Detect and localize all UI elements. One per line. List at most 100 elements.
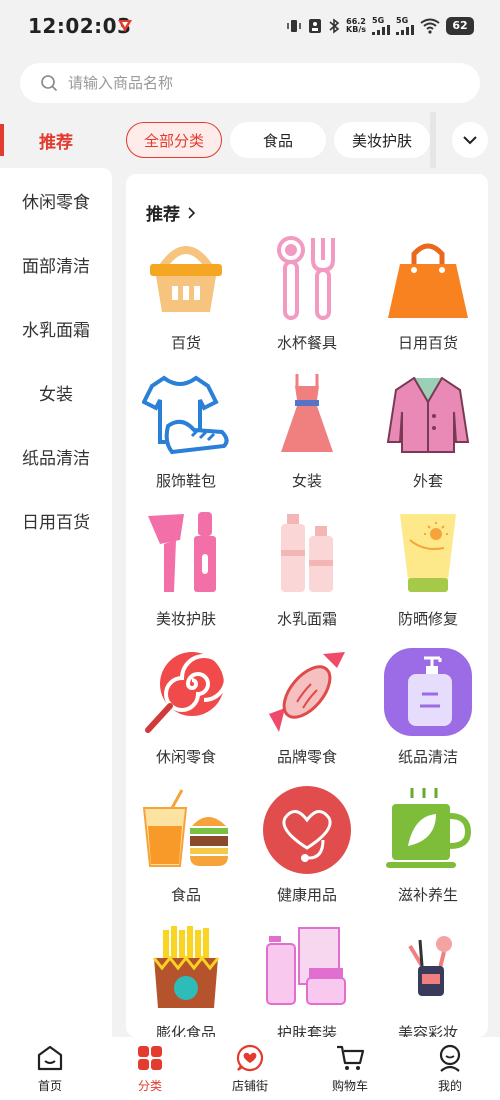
category-item[interactable]: 外套 — [368, 372, 488, 510]
cosmetics-icon — [408, 936, 452, 996]
profile-icon — [439, 1044, 461, 1072]
sidebar-item-lotion-cream[interactable]: 水乳面霜 — [0, 296, 112, 360]
nav-shop-street[interactable]: 店铺街 — [200, 1037, 300, 1100]
filter-chips: 全部分类 食品 美妆护肤 — [126, 122, 430, 158]
bluetooth-icon — [329, 17, 340, 34]
app-notification-icon — [118, 20, 132, 32]
category-item[interactable]: 女装 — [247, 372, 367, 510]
chip-scroll-edge — [430, 112, 436, 168]
category-label: 纸品清洁 — [397, 748, 458, 766]
search-input[interactable] — [68, 74, 448, 92]
nav-label: 店铺街 — [231, 1079, 268, 1093]
sidebar-item-label: 水乳面霜 — [22, 320, 90, 341]
sunscreen-icon — [400, 514, 456, 592]
sidebar-item-womens-wear[interactable]: 女装 — [0, 360, 112, 424]
nav-label: 我的 — [437, 1079, 462, 1093]
status-bar: 12:02:03 66.2 KB/s 5G 5G 62 — [0, 0, 500, 52]
signal-icon — [396, 25, 414, 35]
category-item[interactable]: 膨化食品 — [126, 924, 246, 1037]
net-speed: 66.2 KB/s — [346, 16, 366, 34]
handbag-icon — [388, 243, 468, 318]
home-icon — [37, 1045, 63, 1071]
category-label: 日用百货 — [397, 334, 458, 352]
category-label: 休闲零食 — [155, 748, 216, 766]
category-item[interactable]: 美妆护肤 — [126, 510, 246, 648]
category-label: 防晒修复 — [397, 610, 458, 628]
utensils-icon — [277, 236, 335, 320]
nav-label: 首页 — [37, 1079, 62, 1093]
nav-category[interactable]: 分类 — [100, 1037, 200, 1100]
category-label: 品牌零食 — [276, 748, 337, 766]
sidebar-item-label: 休闲零食 — [22, 192, 90, 213]
fries-icon — [152, 926, 220, 1008]
category-sidebar: 推荐 休闲零食 面部清洁 水乳面霜 女装 纸品清洁 日用百货 — [0, 112, 112, 1037]
category-item[interactable]: 防晒修复 — [368, 510, 488, 648]
sidebar-item-paper-cleaning[interactable]: 纸品清洁 — [0, 424, 112, 488]
category-label: 水杯餐具 — [276, 334, 337, 352]
skincare-set-icon — [266, 927, 346, 1005]
sidebar-list: 休闲零食 面部清洁 水乳面霜 女装 纸品清洁 日用百货 — [0, 168, 112, 1037]
cart-icon — [337, 1045, 365, 1070]
category-label: 食品 — [170, 886, 201, 904]
sidebar-item-label: 面部清洁 — [22, 256, 90, 277]
status-time: 12:02:03 — [28, 14, 132, 38]
category-item[interactable]: 健康用品 — [247, 786, 367, 924]
makeup-brush-icon — [148, 512, 216, 592]
lollipop-icon — [145, 652, 228, 733]
stethoscope-heart-icon — [263, 786, 351, 874]
sidebar-item-label: 女装 — [39, 384, 73, 405]
dress-icon — [281, 374, 333, 452]
search-icon — [41, 75, 58, 92]
section-header[interactable]: 推荐 — [146, 200, 196, 225]
category-item[interactable]: 休闲零食 — [126, 648, 246, 786]
chip-beauty-skincare[interactable]: 美妆护肤 — [334, 122, 430, 158]
category-item[interactable]: 品牌零食 — [247, 648, 367, 786]
bottom-navigation: 首页 分类 店铺街 购物车 我的 — [0, 1037, 500, 1100]
tshirt-shoe-icon — [142, 375, 229, 455]
sidebar-item-label: 推荐 — [39, 132, 73, 153]
signal-icon — [372, 25, 390, 35]
sidebar-item-label: 纸品清洁 — [22, 448, 90, 469]
category-item[interactable]: 滋补养生 — [368, 786, 488, 924]
category-label: 健康用品 — [276, 886, 337, 904]
vibrate-icon — [287, 19, 301, 32]
category-label: 膨化食品 — [155, 1024, 216, 1037]
nav-label: 分类 — [137, 1079, 162, 1093]
category-item[interactable]: 护肤套装 — [247, 924, 367, 1037]
category-item[interactable]: 百货 — [126, 234, 246, 372]
sidebar-item-face-cleansing[interactable]: 面部清洁 — [0, 232, 112, 296]
sidebar-item-recommend[interactable]: 推荐 — [0, 112, 112, 168]
chip-all-categories[interactable]: 全部分类 — [126, 122, 222, 158]
category-label: 百货 — [170, 334, 201, 352]
sidebar-item-snacks[interactable]: 休闲零食 — [0, 168, 112, 232]
nav-label: 购物车 — [331, 1079, 368, 1093]
sim-card-icon — [309, 18, 322, 33]
category-item[interactable]: 食品 — [126, 786, 246, 924]
nav-cart[interactable]: 购物车 — [300, 1037, 400, 1100]
soap-dispenser-icon — [384, 648, 472, 736]
category-label: 水乳面霜 — [276, 610, 337, 628]
wifi-icon — [420, 18, 440, 34]
status-icons: 66.2 KB/s 5G 5G 62 — [286, 16, 474, 35]
category-item[interactable]: 水杯餐具 — [247, 234, 367, 372]
category-label: 护肤套装 — [276, 1024, 337, 1037]
basket-icon — [150, 246, 222, 312]
expand-chips-button[interactable] — [452, 122, 488, 158]
category-panel: 推荐 百货 水杯餐具 日用百货 服饰鞋包 女装 外套 美妆护肤 水乳面霜 防晒修… — [126, 174, 488, 1037]
category-label: 滋补养生 — [397, 886, 458, 904]
sidebar-item-label: 日用百货 — [22, 512, 90, 533]
signal-5g-2: 5G — [396, 16, 414, 35]
search-bar[interactable] — [20, 63, 480, 103]
chip-food[interactable]: 食品 — [230, 122, 326, 158]
tea-cup-icon — [386, 788, 472, 868]
nav-profile[interactable]: 我的 — [400, 1037, 500, 1100]
category-label: 外套 — [412, 472, 443, 490]
category-item[interactable]: 服饰鞋包 — [126, 372, 246, 510]
category-item[interactable]: 美容彩妆 — [368, 924, 488, 1037]
category-icon — [138, 1046, 162, 1070]
category-item[interactable]: 日用百货 — [368, 234, 488, 372]
category-item[interactable]: 纸品清洁 — [368, 648, 488, 786]
nav-home[interactable]: 首页 — [0, 1037, 100, 1100]
sidebar-item-daily-goods[interactable]: 日用百货 — [0, 488, 112, 552]
category-item[interactable]: 水乳面霜 — [247, 510, 367, 648]
